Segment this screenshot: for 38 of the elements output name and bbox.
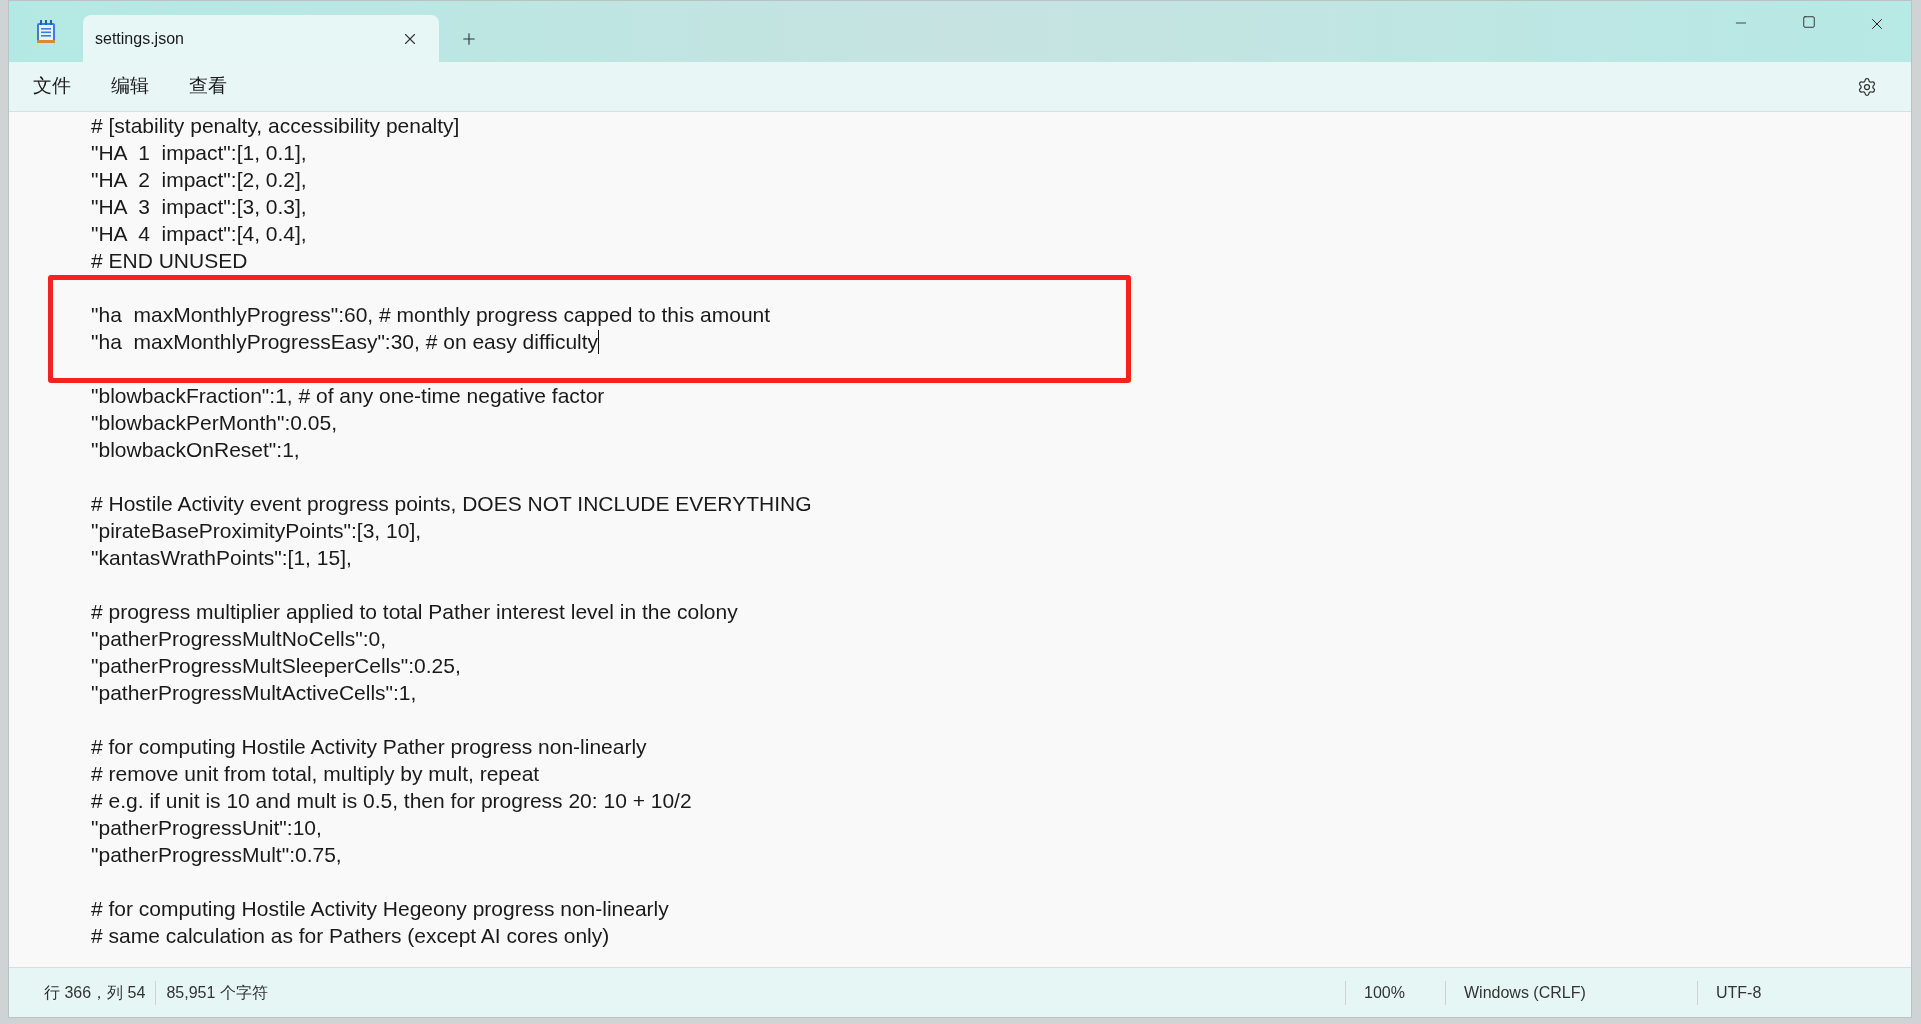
code-line: "kantasWrathPoints":[1, 15], <box>91 545 352 571</box>
code-line: "blowbackFraction":1, # of any one-time negative factor <box>91 383 605 409</box>
code-line: # for computing Hostile Activity Hegeony progress non-linearly <box>91 896 669 922</box>
maximize-icon[interactable] <box>1802 15 1816 29</box>
character-count: 85,951 个字符 <box>165 982 268 1003</box>
menu-item[interactable]: 文件 <box>19 72 85 101</box>
code-line: # END UNUSED <box>91 248 248 274</box>
code-line: "pirateBaseProximityPoints":[3, 10], <box>91 518 422 544</box>
code-line: "patherProgressUnit":10, <box>91 815 322 841</box>
code-line: # same calculation as for Pathers (except AI cores only) <box>91 923 610 949</box>
code-line: "patherProgressMultNoCells":0, <box>91 626 387 652</box>
code-line: # [stability penalty, accessibility penalty] <box>91 113 460 139</box>
encoding: UTF-8 <box>1697 980 1911 1005</box>
code-line: # e.g. if unit is 10 and mult is 0.5, then for progress 20: 10 + 10/2 <box>91 788 692 814</box>
code-line: "patherProgressMultActiveCells":1, <box>91 680 417 706</box>
code-line: "blowbackOnReset":1, <box>91 437 300 463</box>
notepad-icon <box>36 19 56 44</box>
code-line: "blowbackPerMonth":0.05, <box>91 410 338 436</box>
code-line: "HA 2 impact":[2, 0.2], <box>91 167 307 193</box>
file-tab[interactable]: settings.json <box>83 15 439 62</box>
cursor-position: 行 366，列 54 <box>9 980 157 1005</box>
code-line: "HA 1 impact":[1, 0.1], <box>91 140 307 166</box>
code-line: # Hostile Activity event progress points, DOES NOT INCLUDE EVERYTHING <box>91 491 812 517</box>
code-line: "ha maxMonthlyProgressEasy":30, # on easy difficulty <box>91 329 599 355</box>
line-ending: Windows (CRLF) <box>1445 980 1697 1005</box>
code-line: "patherProgressMultSleeperCells":0.25, <box>91 653 461 679</box>
tab-title: settings.json <box>95 28 184 49</box>
settings-icon[interactable] <box>1857 76 1877 97</box>
code-line: "ha maxMonthlyProgress":60, # monthly progress capped to this amount <box>91 302 771 328</box>
menu-item[interactable]: 编辑 <box>97 72 163 101</box>
code-line: # for computing Hostile Activity Pather progress non-linearly <box>91 734 647 760</box>
code-line: "HA 4 impact":[4, 0.4], <box>91 221 307 247</box>
code-line: "patherProgressMult":0.75, <box>91 842 342 868</box>
zoom-level: 100% <box>1345 980 1445 1005</box>
code-line: "HA 3 impact":[3, 0.3], <box>91 194 307 220</box>
code-line: # progress multiplier applied to total Pather interest level in the colony <box>91 599 738 625</box>
menu-item[interactable]: 查看 <box>175 72 241 101</box>
code-line: # remove unit from total, multiply by mult, repeat <box>91 761 540 787</box>
